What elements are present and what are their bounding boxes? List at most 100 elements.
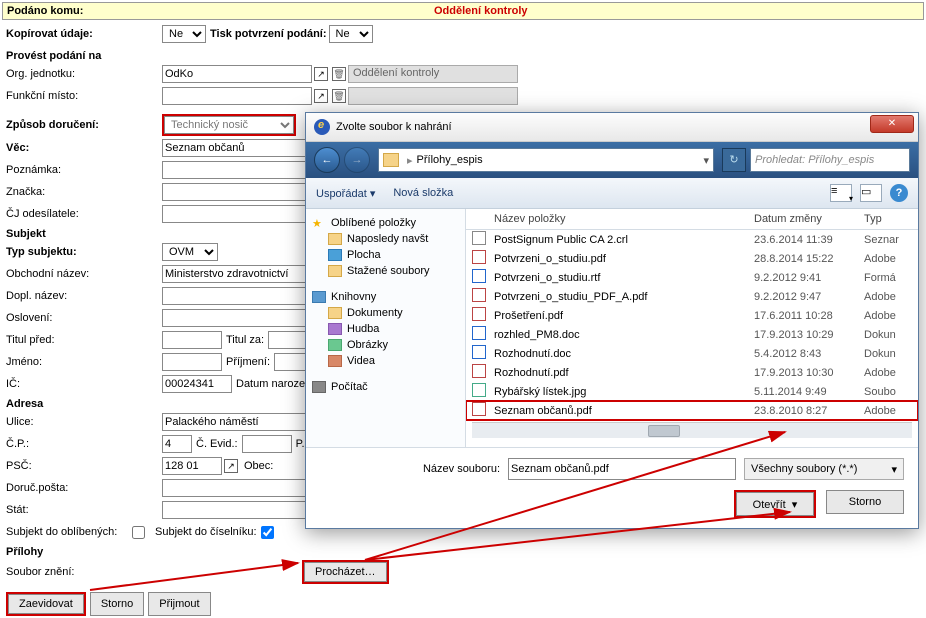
label-titul: Titul před: (2, 334, 162, 346)
file-row[interactable]: Potvrzeni_o_studiu_PDF_A.pdf9.2.2012 9:4… (466, 287, 918, 306)
col-date[interactable]: Datum změny (754, 213, 864, 225)
file-row[interactable]: PostSignum Public CA 2.crl23.6.2014 11:3… (466, 230, 918, 249)
toolbar-newfolder[interactable]: Nová složka (393, 187, 453, 199)
poznamka-input[interactable] (162, 161, 312, 179)
typ-select[interactable]: OVM (162, 243, 218, 261)
tisk-select[interactable]: Ne (329, 25, 373, 43)
open-button[interactable]: Otevřít ▾ (736, 492, 814, 516)
toolbar-organize[interactable]: Uspořádat ▾ (316, 187, 375, 200)
label-typ: Typ subjektu: (2, 246, 162, 258)
breadcrumb[interactable]: ▸ Přílohy_espis ▾ (378, 148, 714, 172)
label-poznamka: Poznámka: (2, 164, 162, 176)
label-obec: Obec: (244, 460, 273, 472)
folder-icon (383, 153, 399, 167)
expand-icon-2[interactable]: ↗ (314, 89, 328, 103)
file-name: Rozhodnutí.pdf (494, 367, 754, 379)
funkcni-input[interactable] (162, 87, 312, 105)
storno-button[interactable]: Storno (90, 592, 144, 616)
jmeno-input[interactable] (162, 353, 222, 371)
header-label: Podáno komu: (3, 3, 430, 19)
ulice-input[interactable] (162, 413, 312, 431)
cancel-button[interactable]: Storno (826, 490, 904, 514)
view-icon[interactable]: ≡▾ (830, 184, 852, 202)
file-row[interactable]: Potvrzeni_o_studiu.pdf28.8.2014 15:22Ado… (466, 249, 918, 268)
prijmout-button[interactable]: Přijmout (148, 592, 210, 616)
file-icon (472, 383, 486, 397)
computer-icon (312, 381, 326, 393)
file-row[interactable]: Seznam občanů.pdf23.8.2010 8:27Adobe (466, 401, 918, 420)
file-row[interactable]: Prošetření.pdf17.6.2011 10:28Adobe (466, 306, 918, 325)
label-cp: Č.P.: (2, 438, 162, 450)
file-icon (472, 326, 486, 340)
label-ic: IČ: (2, 378, 162, 390)
preview-icon[interactable]: ▭ (860, 184, 882, 202)
forward-button[interactable]: → (344, 147, 370, 173)
osloveni-input[interactable] (162, 309, 312, 327)
label-osloveni: Oslovení: (2, 312, 162, 324)
back-button[interactable]: ← (314, 147, 340, 173)
refresh-icon[interactable]: ↻ (722, 148, 746, 172)
file-date: 9.2.2012 9:47 (754, 291, 864, 303)
file-list-header[interactable]: Název položky Datum změny Typ (466, 209, 918, 230)
file-name: PostSignum Public CA 2.crl (494, 234, 754, 246)
cp-input[interactable] (162, 435, 192, 453)
psc-input[interactable] (162, 457, 222, 475)
dialog-titlebar[interactable]: Zvolte soubor k nahrání ✕ (306, 113, 918, 142)
sidebar-videos[interactable]: Videa (310, 353, 461, 369)
file-icon (472, 288, 486, 302)
zaevidovat-button[interactable]: Zaevidovat (8, 594, 84, 614)
section-prilohy: Přílohy (2, 544, 924, 560)
col-type[interactable]: Typ (864, 213, 912, 225)
evid-input[interactable] (242, 435, 292, 453)
filename-input[interactable] (508, 458, 736, 480)
sidebar-downloads[interactable]: Stažené soubory (310, 263, 461, 279)
trash-icon[interactable]: 🗑 (332, 67, 346, 81)
browse-button[interactable]: Procházet… (304, 562, 387, 582)
zpusob-select[interactable]: Technický nosič (164, 116, 294, 134)
help-icon[interactable]: ? (890, 184, 908, 202)
col-name[interactable]: Název položky (494, 213, 754, 225)
filetype-select[interactable]: Všechny soubory (*.*)▾ (744, 458, 904, 480)
doruc-input[interactable] (162, 479, 312, 497)
file-row[interactable]: Rybářský lístek.jpg5.11.2014 9:49Soubo (466, 382, 918, 401)
trash-icon-2[interactable]: 🗑 (332, 89, 346, 103)
org-input[interactable] (162, 65, 312, 83)
file-date: 23.6.2014 11:39 (754, 234, 864, 246)
sidebar-pictures[interactable]: Obrázky (310, 337, 461, 353)
ciselnik-checkbox[interactable] (261, 526, 274, 539)
dopl-input[interactable] (162, 287, 312, 305)
stat-input[interactable] (162, 501, 312, 519)
file-row[interactable]: Rozhodnutí.pdf17.9.2013 10:30Adobe (466, 363, 918, 382)
label-zpusob: Způsob doručení: (2, 119, 162, 131)
dialog-title: Zvolte soubor k nahrání (336, 121, 452, 133)
search-input[interactable]: Prohledat: Přílohy_espis (750, 148, 910, 172)
label-provest: Provést podání na (2, 50, 162, 62)
file-row[interactable]: Rozhodnutí.doc5.4.2012 8:43Dokun (466, 344, 918, 363)
ic-input[interactable] (162, 375, 232, 393)
sidebar-desktop[interactable]: Plocha (310, 247, 461, 263)
titulpred-input[interactable] (162, 331, 222, 349)
folder-icon (328, 265, 342, 277)
file-icon (472, 345, 486, 359)
sidebar-favorites[interactable]: ★Oblíbené položky (310, 215, 461, 231)
file-date: 9.2.2012 9:41 (754, 272, 864, 284)
sidebar-recent[interactable]: Naposledy navšt (310, 231, 461, 247)
expand-icon[interactable]: ↗ (314, 67, 328, 81)
sidebar-libraries[interactable]: Knihovny (310, 289, 461, 305)
znacka-input[interactable] (162, 183, 312, 201)
obchodni-input[interactable] (162, 265, 312, 283)
file-row[interactable]: Potvrzeni_o_studiu.rtf9.2.2012 9:41Formá (466, 268, 918, 287)
horizontal-scrollbar[interactable] (472, 422, 912, 438)
sidebar-computer[interactable]: Počítač (310, 379, 461, 395)
cj-input[interactable] (162, 205, 312, 223)
close-icon[interactable]: ✕ (870, 115, 914, 133)
oblib-checkbox[interactable] (132, 526, 145, 539)
psc-expand-icon[interactable]: ↗ (224, 459, 238, 473)
kopirovat-select[interactable]: Ne (162, 25, 206, 43)
file-row[interactable]: rozhled_PM8.doc17.9.2013 10:29Dokun (466, 325, 918, 344)
sidebar-docs[interactable]: Dokumenty (310, 305, 461, 321)
sidebar-music[interactable]: Hudba (310, 321, 461, 337)
file-name: Potvrzeni_o_studiu.pdf (494, 253, 754, 265)
file-type: Dokun (864, 329, 912, 341)
vec-input[interactable] (162, 139, 312, 157)
